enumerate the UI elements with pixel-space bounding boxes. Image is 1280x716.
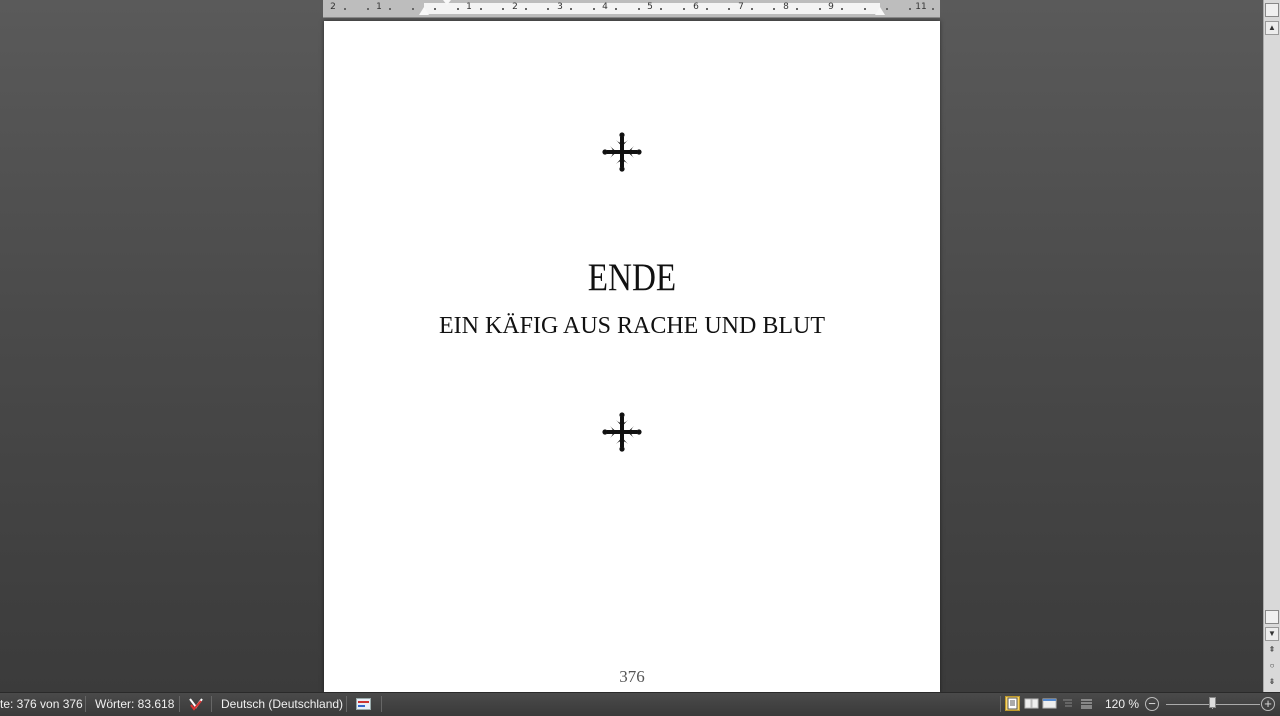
ruler-tick xyxy=(660,8,663,10)
ruler-tick xyxy=(615,8,618,10)
ruler-number: 1 xyxy=(376,2,382,12)
outline-view-button[interactable] xyxy=(1060,696,1075,711)
ruler-tick xyxy=(592,8,595,10)
print-layout-view-button[interactable] xyxy=(1005,696,1020,711)
ruler-number: 3 xyxy=(557,2,563,12)
next-page-icon[interactable]: ⇟ xyxy=(1265,675,1279,689)
status-divider xyxy=(85,696,86,712)
page-number: 376 xyxy=(619,667,645,686)
ruler-tick xyxy=(886,8,889,10)
ruler-tick xyxy=(344,8,346,10)
ruler-tick xyxy=(818,8,821,10)
scroll-up-button[interactable]: ▲ xyxy=(1265,21,1279,35)
ruler-number: 11 xyxy=(915,2,927,12)
ruler-number: 6 xyxy=(693,2,699,12)
horizontal-ruler[interactable]: 2 1 1 2 3 4 5 6 7 8 9 11 xyxy=(323,0,940,18)
print-layout-icon xyxy=(1007,697,1018,710)
ruler-tick xyxy=(389,8,392,10)
ruler-tick xyxy=(411,8,414,10)
document-subtitle: EIN KÄFIG AUS RACHE UND BLUT xyxy=(438,313,825,339)
ruler-tick xyxy=(366,8,369,10)
ruler-number: 7 xyxy=(738,2,744,12)
document-page[interactable]: ENDE EIN KÄFIG AUS RACHE UND BLUT 376 xyxy=(324,21,940,693)
ruler-number: 9 xyxy=(828,2,834,12)
right-indent-marker[interactable] xyxy=(875,7,885,15)
language-indicator[interactable]: Deutsch (Deutschland) xyxy=(221,697,343,711)
ruler-tick xyxy=(683,8,685,10)
ruler-tick xyxy=(773,8,776,10)
ruler-tick xyxy=(728,8,731,10)
ruler-number: 2 xyxy=(512,2,518,12)
view-ruler-button[interactable] xyxy=(1265,3,1279,17)
left-indent-marker[interactable] xyxy=(419,7,429,15)
ruler-number: 2 xyxy=(330,2,336,12)
cross-ornament-icon xyxy=(602,132,642,172)
status-divider xyxy=(346,696,347,712)
full-screen-reading-icon xyxy=(1024,698,1039,709)
ruler-tick xyxy=(909,8,911,10)
scroll-thumb[interactable] xyxy=(1265,610,1279,624)
web-layout-button[interactable] xyxy=(1042,696,1057,711)
draft-icon xyxy=(1081,699,1092,709)
status-divider xyxy=(211,696,212,712)
browse-object-icon[interactable]: ○ xyxy=(1265,659,1279,673)
ruler-tick xyxy=(547,8,550,10)
ruler-tick xyxy=(570,8,572,10)
first-line-indent-marker[interactable] xyxy=(443,0,451,5)
ruler-tick xyxy=(457,8,459,10)
ruler-tick xyxy=(705,8,708,10)
zoom-out-icon[interactable]: − xyxy=(1145,697,1159,711)
proofing-icon[interactable] xyxy=(188,697,204,711)
page-info[interactable]: te: 376 von 376 xyxy=(0,697,83,711)
ruler-number: 4 xyxy=(602,2,608,12)
status-divider xyxy=(381,696,382,712)
status-bar: te: 376 von 376 Wörter: 83.618 Deutsch (… xyxy=(0,692,1280,716)
ruler-tick xyxy=(796,8,798,10)
document-title: ENDE xyxy=(587,256,677,299)
macro-recording-icon[interactable] xyxy=(356,698,371,710)
ruler-tick xyxy=(502,8,505,10)
zoom-in-icon[interactable]: + xyxy=(1261,697,1275,711)
full-screen-reading-button[interactable] xyxy=(1024,696,1039,711)
web-layout-icon xyxy=(1042,698,1057,709)
scroll-down-button[interactable]: ▼ xyxy=(1265,627,1279,641)
previous-page-icon[interactable]: ⇞ xyxy=(1265,643,1279,657)
ruler-tick xyxy=(931,8,934,10)
ruler-number: 1 xyxy=(466,2,472,12)
vertical-scrollbar[interactable]: ▲ ▼ ⇞ ○ ⇟ xyxy=(1263,0,1280,693)
ruler-tick xyxy=(479,8,482,10)
ruler-tick xyxy=(434,8,437,10)
ruler-tick xyxy=(863,8,866,10)
ruler-number: 5 xyxy=(647,2,653,12)
ruler-tick xyxy=(637,8,640,10)
ruler-tick xyxy=(750,8,753,10)
outline-icon xyxy=(1063,699,1072,707)
status-divider xyxy=(179,696,180,712)
draft-view-button[interactable] xyxy=(1079,696,1094,711)
zoom-slider-thumb[interactable] xyxy=(1209,697,1216,708)
ruler-tick xyxy=(524,8,527,10)
ruler-number: 8 xyxy=(783,2,789,12)
status-divider xyxy=(1000,696,1001,712)
word-count[interactable]: Wörter: 83.618 xyxy=(95,697,174,711)
cross-ornament-icon xyxy=(602,412,642,452)
zoom-level[interactable]: 120 % xyxy=(1105,697,1139,711)
ruler-tick xyxy=(841,8,844,10)
